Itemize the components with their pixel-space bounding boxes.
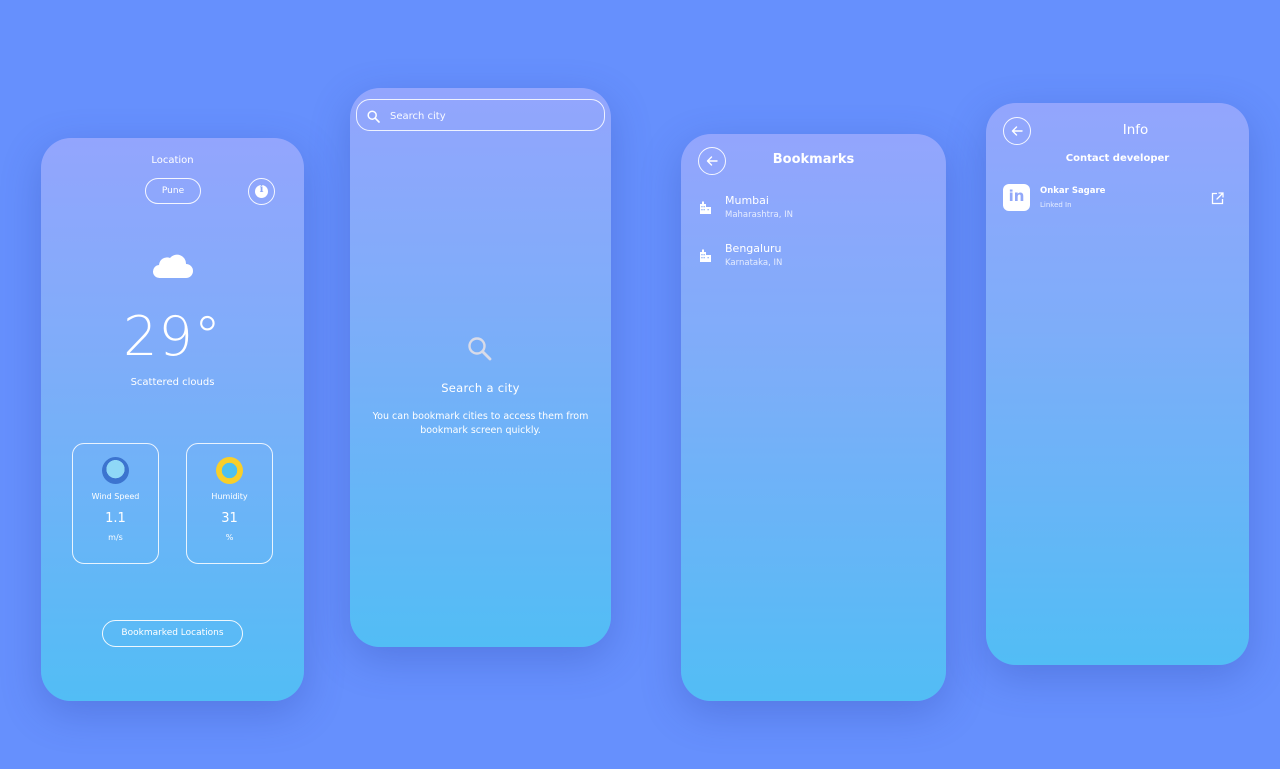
search-icon [467,336,493,366]
city-building-icon [698,248,712,267]
empty-state-title: Search a city [441,381,520,395]
info-screen: Info Contact developer in Onkar Sagare L… [986,103,1249,665]
bookmark-item[interactable]: Mumbai Maharashtra, IN [698,194,928,226]
temperature: 29° [123,305,222,368]
humidity-icon [216,457,243,484]
back-button[interactable] [1003,117,1031,145]
weather-screen: Location Pune 29° Scattered clouds Wind … [41,138,304,701]
bookmark-city-name: Mumbai [725,194,769,207]
bookmark-city-name: Bengaluru [725,242,782,255]
bookmarked-locations-button[interactable]: Bookmarked Locations [102,620,243,647]
search-input[interactable] [388,105,592,127]
stat-unit: m/s [108,533,123,542]
search-screen: Search a city You can bookmark cities to… [350,88,611,647]
linkedin-logo-text: in [1008,187,1025,205]
humidity-card: Humidity 31 % [186,443,273,564]
external-link-icon[interactable] [1211,190,1224,209]
cloud-icon [151,252,193,284]
wind-icon [102,457,129,484]
search-bar[interactable] [356,99,605,131]
linkedin-icon: in [1003,184,1030,211]
contact-developer-heading: Contact developer [1065,153,1170,164]
location-label: Location [151,155,194,166]
info-button[interactable] [248,178,275,205]
stat-value: 1.1 [105,511,126,526]
search-icon [367,108,380,127]
stat-label: Wind Speed [91,492,140,501]
weather-condition: Scattered clouds [130,377,215,388]
stat-value: 31 [221,511,238,526]
info-icon [255,184,268,198]
wind-speed-card: Wind Speed 1.1 m/s [72,443,159,564]
arrow-left-icon [1011,126,1023,136]
city-building-icon [698,200,712,219]
page-title: Bookmarks [772,152,855,167]
bookmark-city-region: Karnataka, IN [725,258,783,268]
bookmark-city-region: Maharashtra, IN [725,210,793,220]
bookmark-item[interactable]: Bengaluru Karnataka, IN [698,242,928,274]
bookmarks-screen: Bookmarks Mumbai Maharashtra, IN Bengalu… [681,134,946,701]
stat-unit: % [225,533,234,542]
developer-platform: Linked In [1040,201,1072,209]
page-title: Info [1122,122,1149,138]
stat-label: Humidity [211,492,248,501]
developer-name: Onkar Sagare [1040,186,1106,196]
city-button[interactable]: Pune [145,178,201,204]
empty-state-description: You can bookmark cities to access them f… [372,411,589,436]
